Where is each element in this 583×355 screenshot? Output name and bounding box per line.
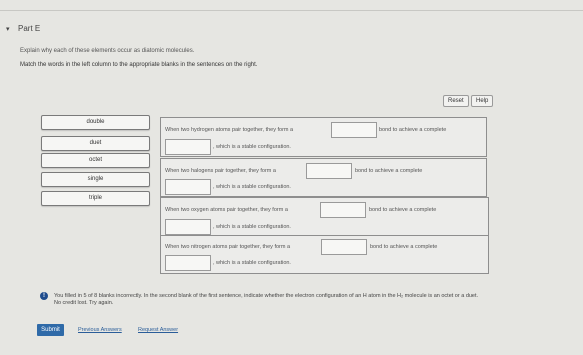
sentence-text: When two hydrogen atoms pair together, t… bbox=[165, 127, 294, 133]
reset-button[interactable]: Reset bbox=[443, 95, 469, 107]
drop-blank[interactable] bbox=[306, 163, 352, 179]
top-divider bbox=[0, 10, 583, 11]
sentence-nitrogen: When two nitrogen atoms pair together, t… bbox=[160, 235, 489, 274]
collapse-caret-icon[interactable]: ▾ bbox=[6, 25, 10, 33]
drop-blank[interactable] bbox=[165, 255, 211, 271]
drop-blank[interactable] bbox=[331, 122, 377, 138]
question-prompt: Explain why each of these elements occur… bbox=[20, 48, 195, 54]
feedback-subtext: No credit lost. Try again. bbox=[54, 300, 114, 306]
drop-blank[interactable] bbox=[320, 202, 366, 218]
request-answer-link[interactable]: Request Answer bbox=[138, 327, 178, 333]
previous-answers-link[interactable]: Previous Answers bbox=[78, 327, 122, 333]
drop-blank[interactable] bbox=[165, 139, 211, 155]
drop-blank[interactable] bbox=[165, 219, 211, 235]
drop-blank[interactable] bbox=[321, 239, 367, 255]
sentence-hydrogen: When two hydrogen atoms pair together, t… bbox=[160, 117, 487, 157]
sentence-text: , which is a stable configuration. bbox=[213, 144, 291, 150]
question-instruction: Match the words in the left column to th… bbox=[20, 62, 258, 68]
part-title[interactable]: Part E bbox=[18, 24, 40, 33]
word-tile-double[interactable]: double bbox=[41, 115, 150, 130]
sentence-text: bond to achieve a complete bbox=[369, 207, 437, 213]
warning-icon: ! bbox=[40, 292, 48, 300]
sentence-text: bond to achieve a complete bbox=[370, 244, 438, 250]
sentence-text: , which is a stable configuration. bbox=[213, 260, 291, 266]
word-tile-triple[interactable]: triple bbox=[41, 191, 150, 206]
submit-button[interactable]: Submit bbox=[37, 324, 64, 336]
word-tile-duet[interactable]: duet bbox=[41, 136, 150, 151]
word-tile-octet[interactable]: octet bbox=[41, 153, 150, 168]
word-tile-single[interactable]: single bbox=[41, 172, 150, 187]
sentence-oxygen: When two oxygen atoms pair together, the… bbox=[160, 197, 489, 237]
drop-blank[interactable] bbox=[165, 179, 211, 195]
sentence-halogens: When two halogens pair together, they fo… bbox=[160, 158, 487, 197]
feedback-message: You filled in 5 of 8 blanks incorrectly.… bbox=[54, 293, 479, 299]
sentence-text: , which is a stable configuration. bbox=[213, 224, 291, 230]
sentence-text: bond to achieve a complete bbox=[379, 127, 447, 133]
sentence-text: bond to achieve a complete bbox=[355, 168, 423, 174]
sentence-text: When two oxygen atoms pair together, the… bbox=[165, 207, 288, 213]
sentence-text: When two halogens pair together, they fo… bbox=[165, 168, 276, 174]
help-button[interactable]: Help bbox=[471, 95, 494, 107]
sentence-text: When two nitrogen atoms pair together, t… bbox=[165, 244, 291, 250]
sentence-text: , which is a stable configuration. bbox=[213, 184, 291, 190]
